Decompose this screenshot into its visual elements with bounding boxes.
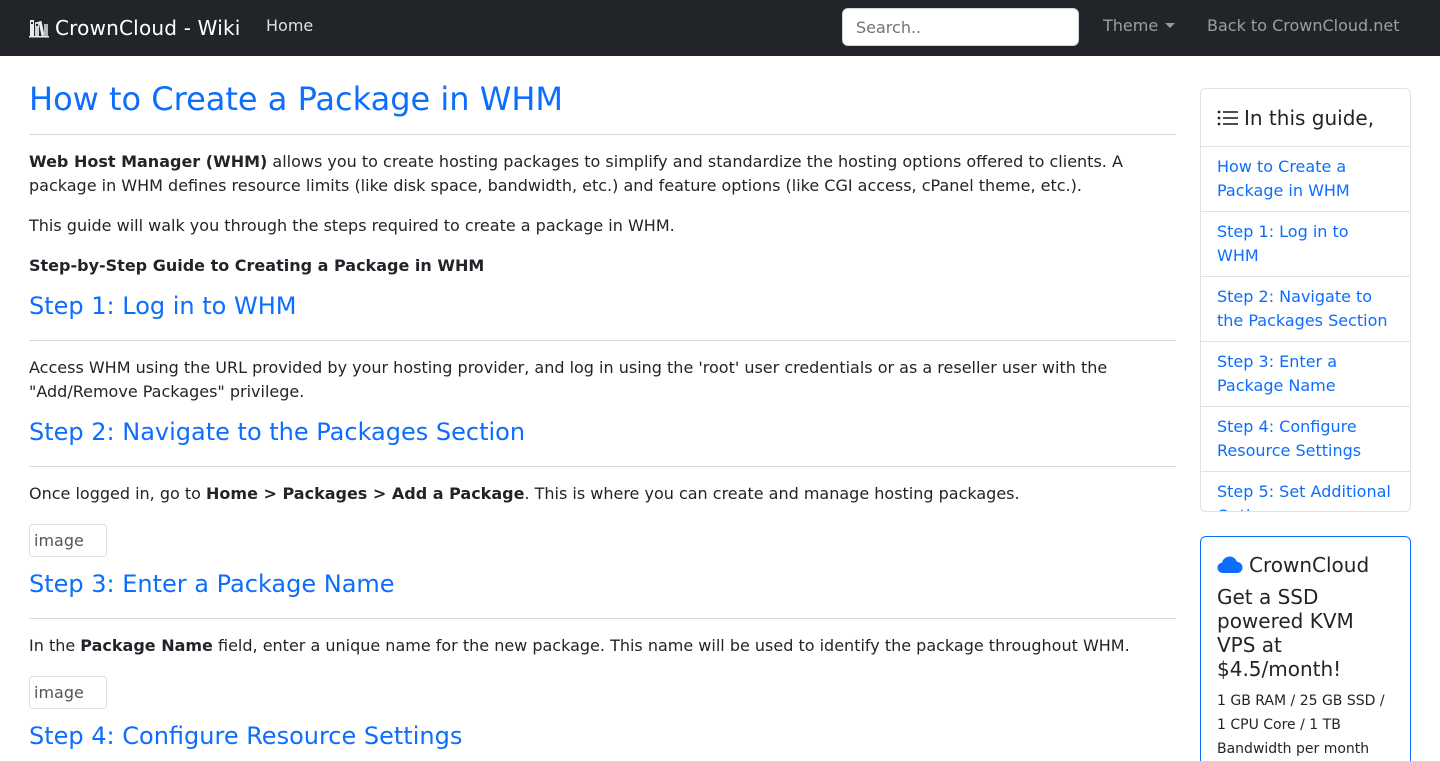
step1-paragraph: Access WHM using the URL provided by you… [29,358,1108,401]
top-navbar: CrownCloud - Wiki Home Theme Back to Cro… [0,0,1440,56]
divider [29,618,1176,619]
toc-item-step3[interactable]: Step 3: Enter a Package Name [1201,342,1410,407]
step3-paragraph: In the Package Name field, enter a uniqu… [29,634,1169,658]
toc-heading: In this guide, [1244,105,1375,130]
brand-text: CrownCloud - Wiki [55,16,241,40]
chevron-down-icon [1165,23,1176,28]
toc-item-step5[interactable]: Step 5: Set Additional Options [1201,472,1410,511]
broken-image-alt: image [34,531,84,550]
step2-image: image [29,524,107,557]
cloud-icon [1217,556,1243,573]
ad-brand: CrownCloud [1249,553,1370,577]
toc-item-step4[interactable]: Step 4: Configure Resource Settings [1201,407,1410,472]
step3-image: image [29,676,107,709]
search-input[interactable] [842,8,1079,46]
step2-heading: Step 2: Navigate to the Packages Section [29,418,526,446]
books-icon [29,20,49,38]
divider [29,134,1176,135]
step2-paragraph: Once logged in, go to Home > Packages > … [29,482,1169,506]
guide-heading: Step-by-Step Guide to Creating a Package… [29,254,1169,278]
toc-header: In this guide, [1201,89,1410,147]
step3-text-before: In the [29,636,81,655]
list-icon [1217,110,1238,125]
theme-label: Theme [1103,16,1159,35]
step3-field-bold: Package Name [80,636,213,655]
divider [29,466,1176,467]
divider [29,340,1176,341]
theme-dropdown[interactable]: Theme [1103,16,1176,35]
step3-heading: Step 3: Enter a Package Name [29,570,395,598]
toc-panel: In this guide, How to Create a Package i… [1200,88,1411,512]
step2-text-before: Once logged in, go to [29,484,207,503]
ad-header: CrownCloud [1217,553,1394,577]
nav-home-link[interactable]: Home [266,16,313,35]
ad-specs: 1 GB RAM / 25 GB SSD / 1 CPU Core / 1 TB… [1217,693,1385,757]
back-to-site-link[interactable]: Back to CrownCloud.net [1207,16,1400,35]
intro-paragraph: Web Host Manager (WHM) allows you to cre… [29,150,1169,198]
vps-ad-card[interactable]: CrownCloud Get a SSD powered KVM VPS at … [1200,536,1411,761]
step3-text-after: field, enter a unique name for the new p… [212,636,1130,655]
page-title: How to Create a Package in WHM [29,80,564,118]
step1-heading: Step 1: Log in to WHM [29,292,297,320]
walkthrough-paragraph: This guide will walk you through the ste… [29,216,675,235]
toc-item-step1[interactable]: Step 1: Log in to WHM [1201,212,1410,277]
toc-item-overview[interactable]: How to Create a Package in WHM [1201,147,1410,212]
step2-text-after: . This is where you can create and manag… [524,484,1020,503]
step4-heading: Step 4: Configure Resource Settings [29,722,463,750]
broken-image-alt: image [34,683,84,702]
toc-item-step2[interactable]: Step 2: Navigate to the Packages Section [1201,277,1410,342]
guide-heading-text: Step-by-Step Guide to Creating a Package… [29,256,485,275]
brand-link[interactable]: CrownCloud - Wiki [29,13,241,43]
ad-headline: Get a SSD powered KVM VPS at $4.5/month! [1217,585,1354,681]
intro-bold: Web Host Manager (WHM) [29,152,268,171]
step2-path-bold: Home > Packages > Add a Package [206,484,525,503]
